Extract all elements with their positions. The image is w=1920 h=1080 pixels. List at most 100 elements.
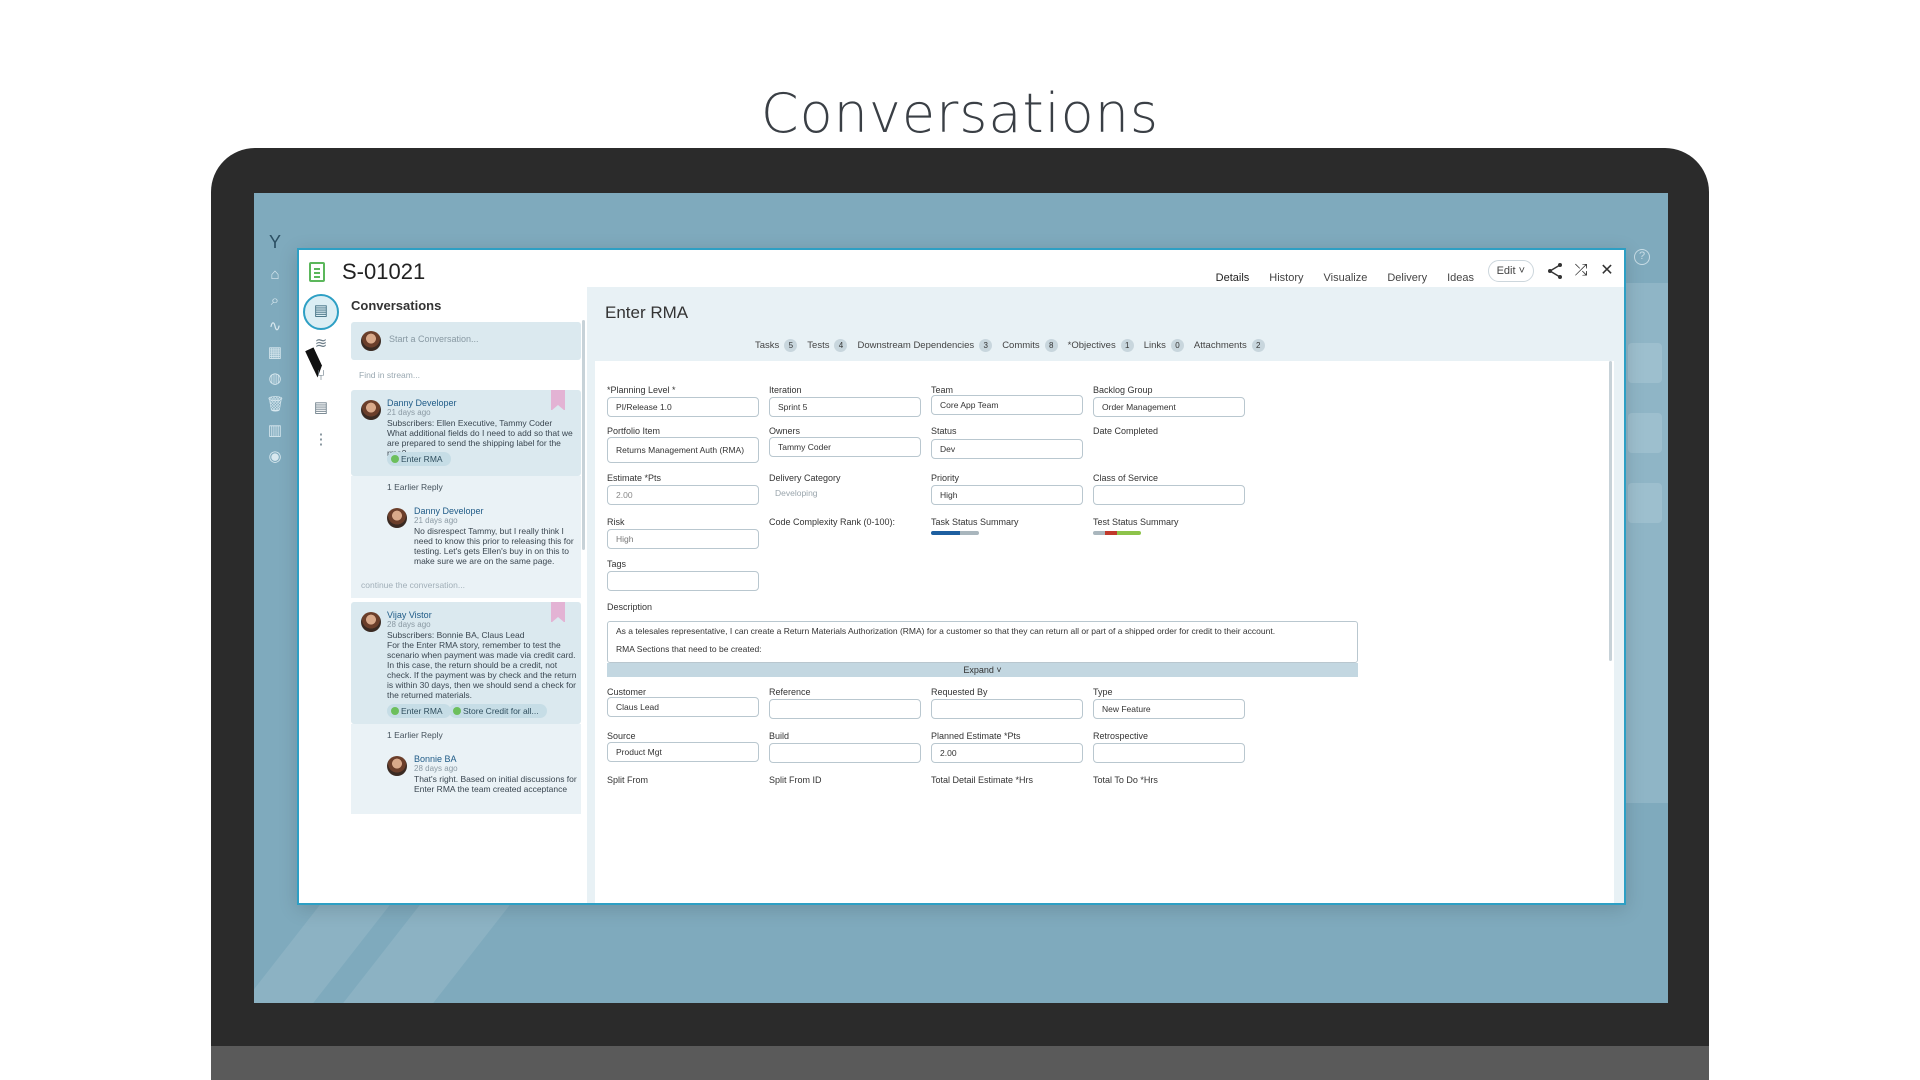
tab-objectives[interactable]: *Objectives 1 xyxy=(1068,339,1134,352)
delivery-category-value[interactable]: Developing xyxy=(775,488,818,498)
app-screen: Y ⌂ ⌕ ∿ ▦ ◍ 🗑 ▥ ◉ ? S-01021 Details Hist… xyxy=(254,193,1668,1003)
team-field[interactable]: Core App Team xyxy=(931,395,1083,415)
requested-by-label: Requested By xyxy=(931,687,988,697)
earlier-reply-link[interactable]: 1 Earlier Reply xyxy=(387,482,443,492)
owners-field[interactable]: Tammy Coder xyxy=(769,437,921,457)
risk-field[interactable]: High xyxy=(607,529,759,549)
reply-area: 1 Earlier Reply Bonnie BA 28 days ago Th… xyxy=(351,724,581,814)
tags-label: Tags xyxy=(607,559,627,569)
priority-field[interactable]: High xyxy=(931,485,1083,505)
form-scrollbar[interactable] xyxy=(1609,361,1612,661)
message-author[interactable]: Vijay Vistor xyxy=(387,610,432,620)
story-title: Enter RMA xyxy=(605,303,689,322)
message-author[interactable]: Bonnie BA xyxy=(414,754,457,764)
tab-commits[interactable]: Commits 8 xyxy=(1002,339,1058,352)
laptop-base xyxy=(211,1046,1709,1080)
message-text-line: the returned materials. xyxy=(387,690,473,700)
message-tag[interactable]: Store Credit for all... xyxy=(449,704,547,718)
conversation-thread[interactable]: Danny Developer 21 days ago Subscribers:… xyxy=(351,390,581,476)
conversations-scrollbar[interactable] xyxy=(582,320,585,550)
message-tag[interactable]: Enter RMA xyxy=(387,704,451,718)
message-text-line: That's right. Based on initial discussio… xyxy=(414,774,577,784)
message-tag[interactable]: Enter RMA xyxy=(387,452,451,466)
tab-label: Tasks xyxy=(755,340,780,351)
trash-icon[interactable]: 🗑 xyxy=(266,396,285,414)
risk-label: Risk xyxy=(607,517,625,527)
planned-estimate-label: Planned Estimate *Pts xyxy=(931,731,1021,741)
backlog-group-field[interactable]: Order Management xyxy=(1093,397,1245,417)
message-time: 21 days ago xyxy=(414,516,458,525)
iteration-field[interactable]: Sprint 5 xyxy=(769,397,921,417)
tags-field[interactable] xyxy=(607,571,759,591)
tab-links[interactable]: Links 0 xyxy=(1144,339,1184,352)
share-icon[interactable] xyxy=(1546,262,1564,280)
shuffle-icon[interactable]: ⤮ xyxy=(1572,262,1590,280)
retrospective-field[interactable] xyxy=(1093,743,1245,763)
tab-tests[interactable]: Tests 4 xyxy=(807,339,848,352)
location-icon[interactable]: ◉ xyxy=(266,448,284,466)
start-conversation-input[interactable]: Start a Conversation... xyxy=(389,334,479,344)
continue-conversation-link[interactable]: continue the conversation... xyxy=(361,580,465,590)
message-text-line: Subscribers: Bonnie BA, Claus Lead xyxy=(387,630,525,640)
portfolio-item-field[interactable]: Returns Management Auth (RMA) xyxy=(607,437,759,463)
tab-attachments[interactable]: Attachments 2 xyxy=(1194,339,1265,352)
more-icon[interactable]: ⋮ xyxy=(311,430,331,450)
expand-button[interactable]: Expand ˅ xyxy=(607,663,1358,677)
date-completed-label: Date Completed xyxy=(1093,426,1159,436)
requested-by-field[interactable] xyxy=(931,699,1083,719)
task-status-label: Task Status Summary xyxy=(931,517,1019,527)
globe-icon[interactable]: ◍ xyxy=(266,370,284,388)
background-panel-item xyxy=(1628,483,1662,523)
status-field[interactable]: Dev xyxy=(931,439,1083,459)
tab-label: Tests xyxy=(807,340,830,351)
branch-icon[interactable]: ⑂ xyxy=(311,366,331,386)
document-icon[interactable]: ▤ xyxy=(311,398,331,418)
edit-button[interactable]: Edit ˅ xyxy=(1487,260,1534,282)
source-label: Source xyxy=(607,731,636,741)
conversations-icon[interactable]: ▤ xyxy=(303,294,339,330)
description-line: RMA Sections that need to be created: xyxy=(616,644,762,654)
build-field[interactable] xyxy=(769,743,921,763)
iteration-label: Iteration xyxy=(769,385,802,395)
tab-tasks[interactable]: Tasks 5 xyxy=(755,339,798,352)
split-from-id-label: Split From ID xyxy=(769,775,822,785)
planning-level-label: *Planning Level * xyxy=(607,385,676,395)
details-pane: Enter RMA Tasks 5 Tests 4 Downstream Depen… xyxy=(587,287,1624,903)
home-icon[interactable]: ⌂ xyxy=(266,266,284,284)
message-author[interactable]: Danny Developer xyxy=(387,398,457,408)
tab-label: Commits xyxy=(1002,340,1040,351)
chart-icon[interactable]: ▥ xyxy=(266,422,284,440)
reference-field[interactable] xyxy=(769,699,921,719)
find-in-stream-input[interactable]: Find in stream... xyxy=(359,370,420,380)
message-text-line: need to know this prior to releasing thi… xyxy=(414,536,574,546)
estimate-field[interactable]: 2.00 xyxy=(607,485,759,505)
help-icon[interactable]: ? xyxy=(1634,249,1650,265)
tab-label: *Objectives xyxy=(1067,340,1116,351)
type-field[interactable]: New Feature xyxy=(1093,699,1245,719)
background-panel xyxy=(1622,283,1668,803)
tab-downstream-dependencies[interactable]: Downstream Dependencies 3 xyxy=(857,339,993,352)
activity-stream-icon[interactable]: ≋ xyxy=(311,334,331,354)
bookmark-icon[interactable] xyxy=(551,602,565,623)
message-text-line: What additional fields do I need to add … xyxy=(387,428,573,438)
customer-label: Customer xyxy=(607,687,647,697)
conversation-thread[interactable]: Vijay Vistor 28 days ago Subscribers: Bo… xyxy=(351,602,581,724)
priority-label: Priority xyxy=(931,473,960,483)
planned-estimate-field[interactable]: 2.00 xyxy=(931,743,1083,763)
details-form: *Planning Level * PI/Release 1.0 Iterati… xyxy=(595,361,1614,903)
avatar xyxy=(361,612,381,632)
description-field[interactable]: As a telesales representative, I can cre… xyxy=(607,621,1358,663)
start-conversation-box[interactable]: Start a Conversation... xyxy=(351,322,581,360)
class-of-service-field[interactable] xyxy=(1093,485,1245,505)
activity-icon[interactable]: ∿ xyxy=(266,318,284,336)
message-author[interactable]: Danny Developer xyxy=(414,506,484,516)
story-detail-window: S-01021 Details History Visualize Delive… xyxy=(297,248,1626,905)
source-field[interactable]: Product Mgt xyxy=(607,742,759,762)
close-icon[interactable]: ✕ xyxy=(1598,262,1616,280)
planning-level-field[interactable]: PI/Release 1.0 xyxy=(607,397,759,417)
earlier-reply-link[interactable]: 1 Earlier Reply xyxy=(387,730,443,740)
grid-icon[interactable]: ▦ xyxy=(266,344,284,362)
customer-field[interactable]: Claus Lead xyxy=(607,697,759,717)
bookmark-icon[interactable] xyxy=(551,390,565,411)
search-icon[interactable]: ⌕ xyxy=(266,292,284,310)
